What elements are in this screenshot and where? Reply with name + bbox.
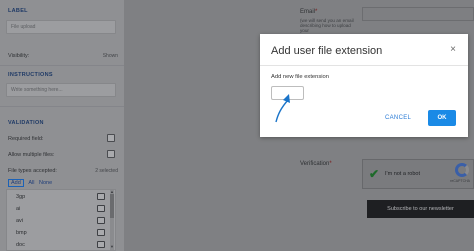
email-help-text: (we will send you an email describing ho… — [300, 18, 354, 34]
label-input[interactable]: File upload — [6, 20, 116, 34]
required-asterisk: * — [315, 9, 318, 15]
allow-multiple-files-label: Allow multiple files: — [8, 152, 55, 158]
field-settings-panel: LABEL File upload Visibility: Shown INST… — [0, 0, 124, 251]
subscribe-button[interactable]: Subscribe to our newsletter — [367, 200, 474, 218]
extension-item-label: bmp — [16, 230, 27, 236]
select-all-link[interactable]: All — [28, 180, 34, 186]
recaptcha-widget[interactable]: ✔ I'm not a robot reCAPTCHA — [362, 159, 474, 189]
select-none-link[interactable]: None — [39, 180, 52, 186]
required-field-label: Required field: — [8, 136, 44, 142]
verification-label: Verification* — [300, 161, 332, 167]
label-input-placeholder: File upload — [11, 24, 36, 30]
extension-item-checkbox[interactable] — [97, 241, 105, 248]
extension-item-label: doc — [16, 242, 25, 248]
required-field-checkbox[interactable] — [107, 134, 115, 142]
email-label: Email* — [300, 9, 318, 15]
annotation-arrow-icon — [275, 94, 290, 123]
ok-button[interactable]: OK — [428, 110, 456, 126]
required-asterisk: * — [329, 161, 332, 167]
recaptcha-label: I'm not a robot — [385, 171, 420, 177]
extension-item-checkbox[interactable] — [97, 217, 105, 224]
new-extension-label: Add new file extension — [271, 74, 330, 80]
scroll-up-icon[interactable]: ▲ — [110, 190, 114, 194]
add-extension-link[interactable]: Add — [8, 179, 24, 187]
extension-item-checkbox[interactable] — [97, 193, 105, 200]
instructions-section-heading: INSTRUCTIONS — [8, 72, 53, 78]
label-section-heading: LABEL — [8, 8, 28, 14]
file-types-selected-count: 2 selected — [95, 168, 118, 174]
visibility-value[interactable]: Shown — [103, 53, 118, 59]
file-types-links: Add All None — [8, 179, 55, 188]
extension-item-label: avi — [16, 218, 24, 224]
section-divider — [0, 106, 124, 107]
recaptcha-logo-icon — [455, 163, 469, 177]
cancel-button[interactable]: CANCEL — [385, 115, 411, 121]
extension-item-label: 3gp — [16, 194, 26, 200]
file-types-label: File types accepted: — [8, 168, 57, 174]
close-icon[interactable]: × — [450, 44, 456, 55]
section-divider — [0, 65, 124, 66]
scroll-down-icon[interactable]: ▼ — [110, 244, 114, 249]
instructions-input-placeholder: Write something here... — [11, 87, 63, 93]
extension-list-scroll-thumb[interactable] — [110, 194, 114, 218]
extension-item-checkbox[interactable] — [97, 205, 105, 212]
dialog-divider — [260, 65, 468, 66]
dialog-title: Add user file extension — [271, 45, 383, 57]
checkmark-icon: ✔ — [369, 167, 380, 181]
visibility-label: Visibility: — [8, 53, 30, 59]
file-extension-list[interactable]: 3gp ai avi bmp doc ▲ ▼ — [6, 189, 116, 251]
email-input[interactable] — [362, 7, 474, 21]
extension-item-label: ai — [16, 206, 21, 212]
validation-section-heading: VALIDATION — [8, 120, 44, 126]
extension-item-checkbox[interactable] — [97, 229, 105, 236]
instructions-input[interactable]: Write something here... — [6, 83, 116, 97]
recaptcha-brand: reCAPTCHA — [450, 179, 470, 183]
allow-multiple-files-checkbox[interactable] — [107, 150, 115, 158]
